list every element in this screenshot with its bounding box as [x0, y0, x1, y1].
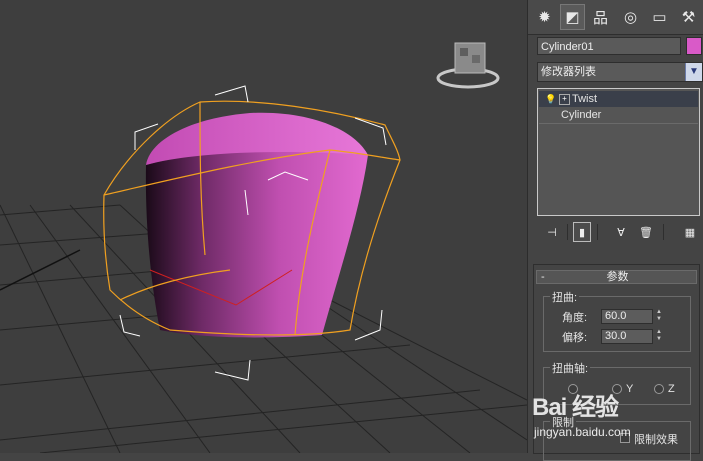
watermark: Bai 经验 jingyan.baidu.com: [530, 385, 702, 453]
make-unique-icon[interactable]: ∀: [612, 222, 630, 242]
twist-group: 扭曲: 角度: 60.0 ▲ ▼ 偏移: 30.0 ▲ ▼: [543, 289, 691, 352]
motion-icon[interactable]: ◎: [618, 4, 643, 30]
viewport-canvas[interactable]: [0, 0, 527, 453]
stack-item-label: Twist: [572, 93, 598, 105]
watermark-brand: Bai 经验: [532, 394, 619, 421]
stack-toolbar: ⊣ ▮ ∀ 🗑 ▦: [537, 222, 703, 242]
hierarchy-icon[interactable]: 品: [588, 4, 613, 30]
modifier-list-label: 修改器列表: [541, 66, 596, 78]
viewport[interactable]: [0, 0, 527, 453]
object-name-field[interactable]: Cylinder01: [537, 37, 681, 55]
world-axis-line: [0, 249, 81, 291]
angle-spinner[interactable]: ▲ ▼: [655, 309, 663, 324]
watermark-url: jingyan.baidu.com: [534, 425, 631, 439]
show-end-result-icon[interactable]: ▮: [573, 222, 591, 242]
utilities-icon[interactable]: ⚒: [676, 4, 701, 30]
expand-icon[interactable]: +: [559, 94, 570, 105]
parameters-rollout-header[interactable]: - 参数: [536, 270, 697, 284]
chevron-down-icon[interactable]: ▼: [685, 63, 702, 81]
object-color-swatch[interactable]: [686, 37, 702, 55]
modifier-list-dropdown[interactable]: 修改器列表 ▼: [537, 62, 703, 82]
remove-modifier-icon[interactable]: 🗑: [637, 222, 655, 242]
command-panel-tabs: ✹ ◩ 品 ◎ ▭ ⚒: [528, 0, 703, 35]
configure-sets-icon[interactable]: ▦: [681, 222, 699, 242]
stack-item-twist[interactable]: 💡 + Twist: [539, 91, 698, 107]
modifier-stack[interactable]: 💡 + Twist Cylinder: [537, 88, 700, 216]
lightbulb-icon[interactable]: 💡: [545, 93, 556, 105]
rollout-title: 参数: [606, 271, 629, 283]
create-icon[interactable]: ✹: [532, 4, 557, 30]
bias-label: 偏移:: [562, 332, 588, 344]
angle-label: 角度:: [562, 312, 588, 324]
display-icon[interactable]: ▭: [647, 4, 672, 30]
cylinder-mesh[interactable]: [145, 151, 368, 338]
stack-item-cylinder[interactable]: Cylinder: [539, 107, 698, 124]
stack-item-label: Cylinder: [561, 109, 602, 121]
modify-icon[interactable]: ◩: [560, 4, 585, 30]
angle-input[interactable]: 60.0: [601, 309, 653, 324]
bias-spinner[interactable]: ▲ ▼: [655, 329, 663, 344]
bias-input[interactable]: 30.0: [601, 329, 653, 344]
pin-stack-icon[interactable]: ⊣: [543, 222, 561, 242]
viewcube-icon[interactable]: [436, 42, 500, 89]
